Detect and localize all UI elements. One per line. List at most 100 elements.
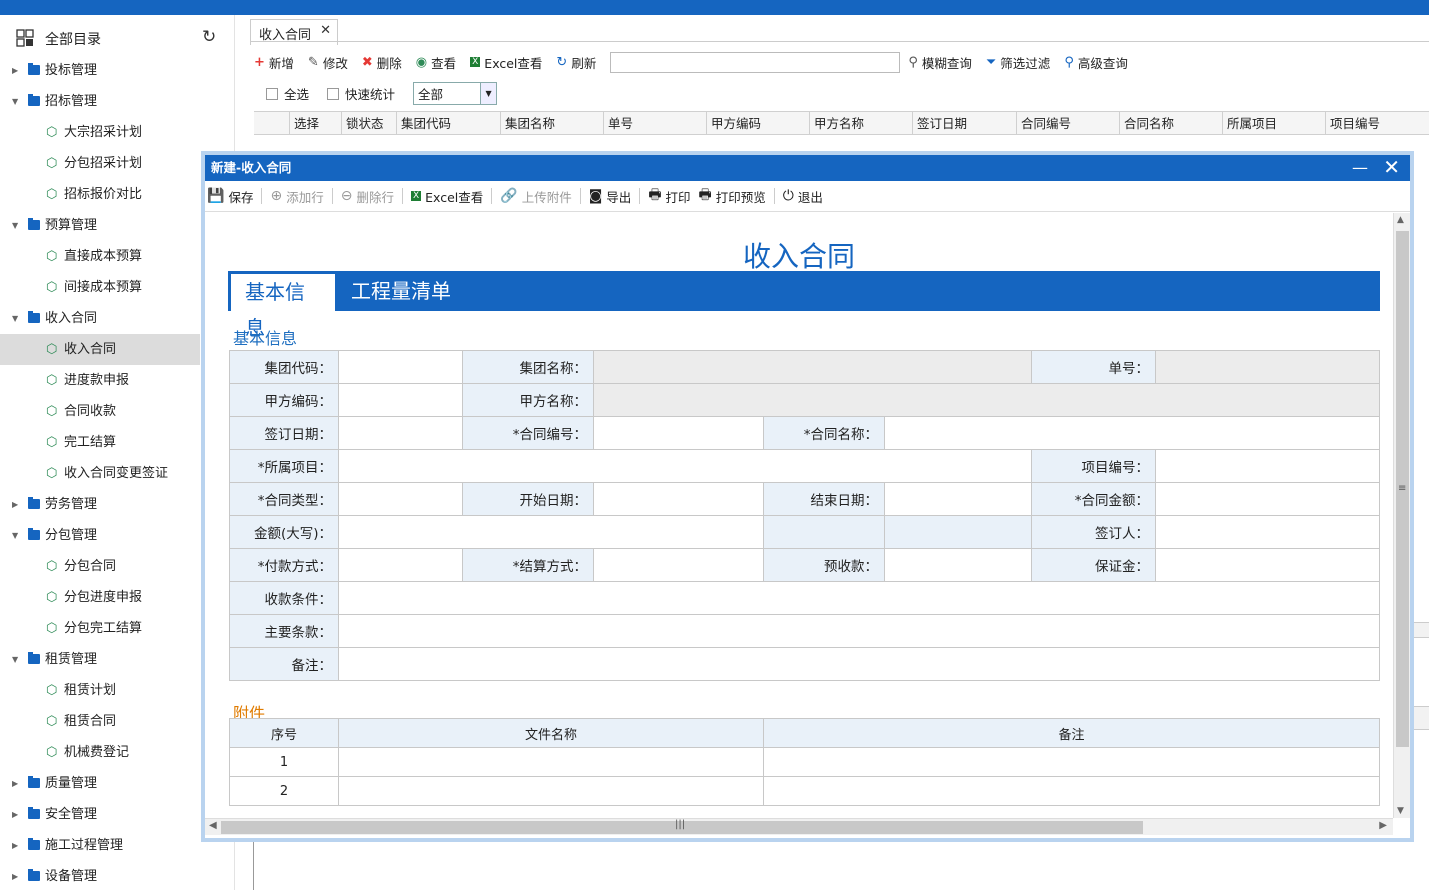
exit-button[interactable]: ⏻ 退出 — [783, 187, 823, 206]
close-icon[interactable]: ✕ — [1383, 154, 1400, 180]
chevron-right-icon[interactable]: ▶ — [12, 768, 18, 799]
scroll-up-icon[interactable]: ▲ — [1397, 215, 1404, 225]
sidebar-item[interactable]: ⬡ 机械费登记 — [0, 737, 200, 768]
delete-row-button[interactable]: ⊖ 删除行 — [341, 187, 394, 206]
filter-button[interactable]: ⏷ 筛选过滤 — [986, 53, 1050, 72]
sidebar-item[interactable]: ⬡ 进度款申报 — [0, 365, 200, 396]
remark-field[interactable] — [337, 647, 1381, 681]
sidebar-item[interactable]: ⬡ 大宗招采计划 — [0, 117, 200, 148]
search-input[interactable] — [610, 51, 901, 73]
column-header[interactable]: 单号 — [603, 112, 706, 135]
project-field[interactable] — [337, 449, 1033, 483]
chevron-right-icon[interactable]: ▶ — [12, 830, 18, 861]
export-button[interactable]: ◙ 导出 — [589, 187, 632, 206]
advanced-search-button[interactable]: ⚲ 高级查询 — [1064, 53, 1128, 72]
pay-method-field[interactable] — [338, 548, 463, 582]
sidebar-item[interactable]: ⬡ 租赁计划 — [0, 675, 200, 706]
chevron-right-icon[interactable]: ▶ — [12, 799, 18, 830]
sidebar-group[interactable]: ▶ 投标管理 — [0, 55, 200, 86]
column-header[interactable]: 签订日期 — [912, 112, 1016, 135]
column-header[interactable]: 锁状态 — [341, 112, 396, 135]
sidebar-item[interactable]: ⬡ 招标报价对比 — [0, 179, 200, 210]
chevron-right-icon[interactable]: ▶ — [12, 861, 18, 890]
select-all-checkbox[interactable]: 全选 — [266, 84, 309, 103]
close-tab-icon[interactable]: ✕ — [320, 23, 331, 38]
tab-basic-info[interactable]: 基本信息 — [231, 274, 335, 340]
amount-field[interactable] — [1155, 482, 1381, 516]
party-code-field[interactable] — [338, 383, 463, 417]
add-row-button[interactable]: ⊕ 添加行 — [270, 187, 323, 206]
upload-attachment-button[interactable]: 🔗 上传附件 — [500, 187, 571, 206]
excel-view-button[interactable]: X Excel查看 — [470, 53, 542, 72]
sidebar-group[interactable]: ▼ 租赁管理 — [0, 644, 200, 675]
attach-file[interactable] — [338, 776, 764, 806]
minimize-icon[interactable]: — — [1352, 155, 1368, 181]
sidebar-group[interactable]: ▶ 劳务管理 — [0, 489, 200, 520]
fuzzy-search-button[interactable]: ⚲ 模糊查询 — [908, 53, 972, 72]
scroll-down-icon[interactable]: ▼ — [1397, 806, 1404, 816]
scroll-right-icon[interactable]: ▶ — [1379, 820, 1387, 831]
column-header[interactable]: 合同编号 — [1016, 112, 1119, 135]
project-no-field[interactable] — [1155, 449, 1381, 483]
sidebar-item[interactable]: ⬡ 分包合同 — [0, 551, 200, 582]
column-header[interactable]: 集团代码 — [396, 112, 500, 135]
column-header[interactable]: 集团名称 — [500, 112, 603, 135]
chevron-down-icon[interactable]: ▼ — [12, 210, 18, 241]
end-date-field[interactable] — [883, 482, 1033, 516]
settle-method-field[interactable] — [593, 548, 764, 582]
chevron-down-icon[interactable]: ▼ — [12, 303, 18, 334]
sign-date-field[interactable] — [338, 416, 463, 450]
excel-view-button[interactable]: X Excel查看 — [410, 187, 483, 206]
edit-button[interactable]: ✎ 修改 — [308, 53, 348, 72]
grid-menu-icon[interactable] — [16, 29, 34, 47]
sidebar-item[interactable]: ⬡ 合同收款 — [0, 396, 200, 427]
attach-note[interactable] — [763, 747, 1380, 777]
amount-words-field[interactable] — [338, 515, 764, 549]
column-header[interactable]: 合同名称 — [1119, 112, 1222, 135]
sidebar-group[interactable]: ▼ 分包管理 — [0, 520, 200, 551]
delete-button[interactable]: ✖ 删除 — [362, 53, 402, 72]
attach-note[interactable] — [763, 776, 1380, 806]
chevron-down-icon[interactable]: ▼ — [12, 520, 18, 551]
collect-terms-field[interactable] — [337, 581, 1381, 615]
chevron-right-icon[interactable]: ▶ — [12, 489, 18, 520]
view-button[interactable]: ◉ 查看 — [416, 53, 456, 72]
print-preview-button[interactable]: 🖶 打印预览 — [699, 184, 766, 208]
vertical-scrollbar[interactable]: ▲ ≡ ▼ — [1393, 213, 1410, 818]
sidebar-group[interactable]: ▼ 招标管理 — [0, 86, 200, 117]
contract-name-field[interactable] — [883, 416, 1381, 450]
table-row[interactable]: 1 — [229, 747, 1380, 777]
add-button[interactable]: + 新增 — [254, 53, 294, 72]
column-header[interactable]: 选择 — [289, 112, 341, 135]
tab-bill-of-quantities[interactable]: 工程量清单 — [337, 271, 465, 311]
sidebar-group[interactable]: ▼ 预算管理 — [0, 210, 200, 241]
sidebar-item[interactable]: ⬡ 收入合同变更签证 — [0, 458, 200, 489]
column-header[interactable]: 甲方编码 — [706, 112, 809, 135]
sidebar-group[interactable]: ▼ 收入合同 — [0, 303, 200, 334]
sidebar-group[interactable]: ▶ 质量管理 — [0, 768, 200, 799]
sidebar-item[interactable]: ⬡ 租赁合同 — [0, 706, 200, 737]
sidebar-item[interactable]: ⬡ 分包招采计划 — [0, 148, 200, 179]
prepay-field[interactable] — [883, 548, 1033, 582]
column-header[interactable]: 项目编号 — [1325, 112, 1429, 135]
print-button[interactable]: 🖶 打印 — [648, 184, 690, 208]
refresh-button[interactable]: ↻ 刷新 — [556, 53, 596, 72]
group-code-field[interactable] — [338, 350, 463, 384]
sidebar-group[interactable]: ▶ 安全管理 — [0, 799, 200, 830]
sidebar-item[interactable]: ⬡ 完工结算 — [0, 427, 200, 458]
save-button[interactable]: 💾 保存 — [207, 187, 253, 206]
sidebar-item[interactable]: ⬡ 直接成本预算 — [0, 241, 200, 272]
scroll-left-icon[interactable]: ◀ — [209, 820, 217, 831]
scope-select[interactable]: 全部 ▼ — [413, 82, 498, 105]
deposit-field[interactable] — [1155, 548, 1381, 582]
table-row[interactable]: 2 — [229, 776, 1380, 806]
chevron-right-icon[interactable]: ▶ — [12, 55, 18, 86]
refresh-icon[interactable]: ↻ — [202, 27, 216, 47]
column-header[interactable]: 甲方名称 — [809, 112, 912, 135]
sidebar-item[interactable]: ⬡ 收入合同 — [0, 334, 200, 365]
signer-field[interactable] — [1155, 515, 1381, 549]
dialog-titlebar[interactable]: 新建-收入合同 — ✕ — [205, 155, 1410, 181]
main-terms-field[interactable] — [337, 614, 1381, 648]
sidebar-group[interactable]: ▶ 设备管理 — [0, 861, 200, 890]
sidebar-group[interactable]: ▶ 施工过程管理 — [0, 830, 200, 861]
